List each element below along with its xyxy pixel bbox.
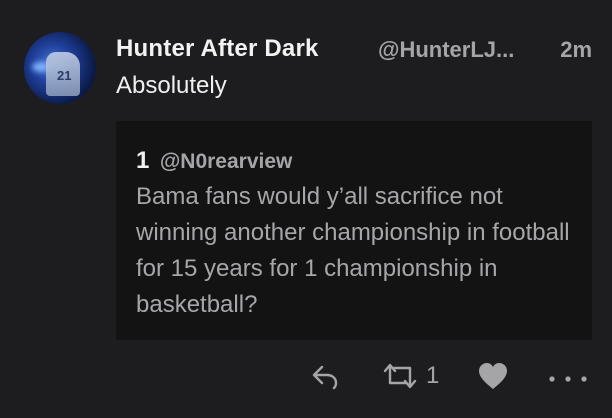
retweet-button[interactable]: 1 bbox=[380, 356, 439, 396]
quoted-tweet[interactable]: 1 @N0rearview Bama fans would y’all sacr… bbox=[116, 121, 592, 340]
quoted-tweet-header: 1 @N0rearview bbox=[136, 147, 292, 175]
tweet-header: Hunter After Dark @HunterLJ... 2m bbox=[116, 35, 592, 69]
retweet-count: 1 bbox=[426, 362, 440, 389]
reply-button[interactable] bbox=[310, 356, 340, 396]
retweet-icon bbox=[383, 363, 417, 389]
avatar[interactable]: 21 bbox=[24, 32, 96, 104]
user-handle[interactable]: @HunterLJ... bbox=[378, 37, 514, 63]
action-bar: 1 bbox=[300, 356, 600, 396]
quoted-user-handle: @N0rearview bbox=[159, 150, 293, 173]
timestamp[interactable]: 2m bbox=[560, 37, 592, 63]
tweet-card[interactable]: 21 Hunter After Dark @HunterLJ... 2m Abs… bbox=[0, 0, 612, 418]
heart-icon bbox=[479, 363, 507, 389]
like-button[interactable] bbox=[476, 356, 510, 396]
tweet-text: Absolutely bbox=[116, 72, 227, 99]
quoted-display-name: 1 bbox=[136, 147, 150, 174]
display-name[interactable]: Hunter After Dark bbox=[116, 35, 319, 63]
avatar-jersey-number: 21 bbox=[57, 68, 72, 83]
quoted-tweet-text: Bama fans would y’all sacrifice not winn… bbox=[136, 183, 570, 318]
more-icon bbox=[549, 376, 587, 382]
reply-icon bbox=[312, 365, 338, 390]
more-options-button[interactable] bbox=[546, 356, 590, 396]
